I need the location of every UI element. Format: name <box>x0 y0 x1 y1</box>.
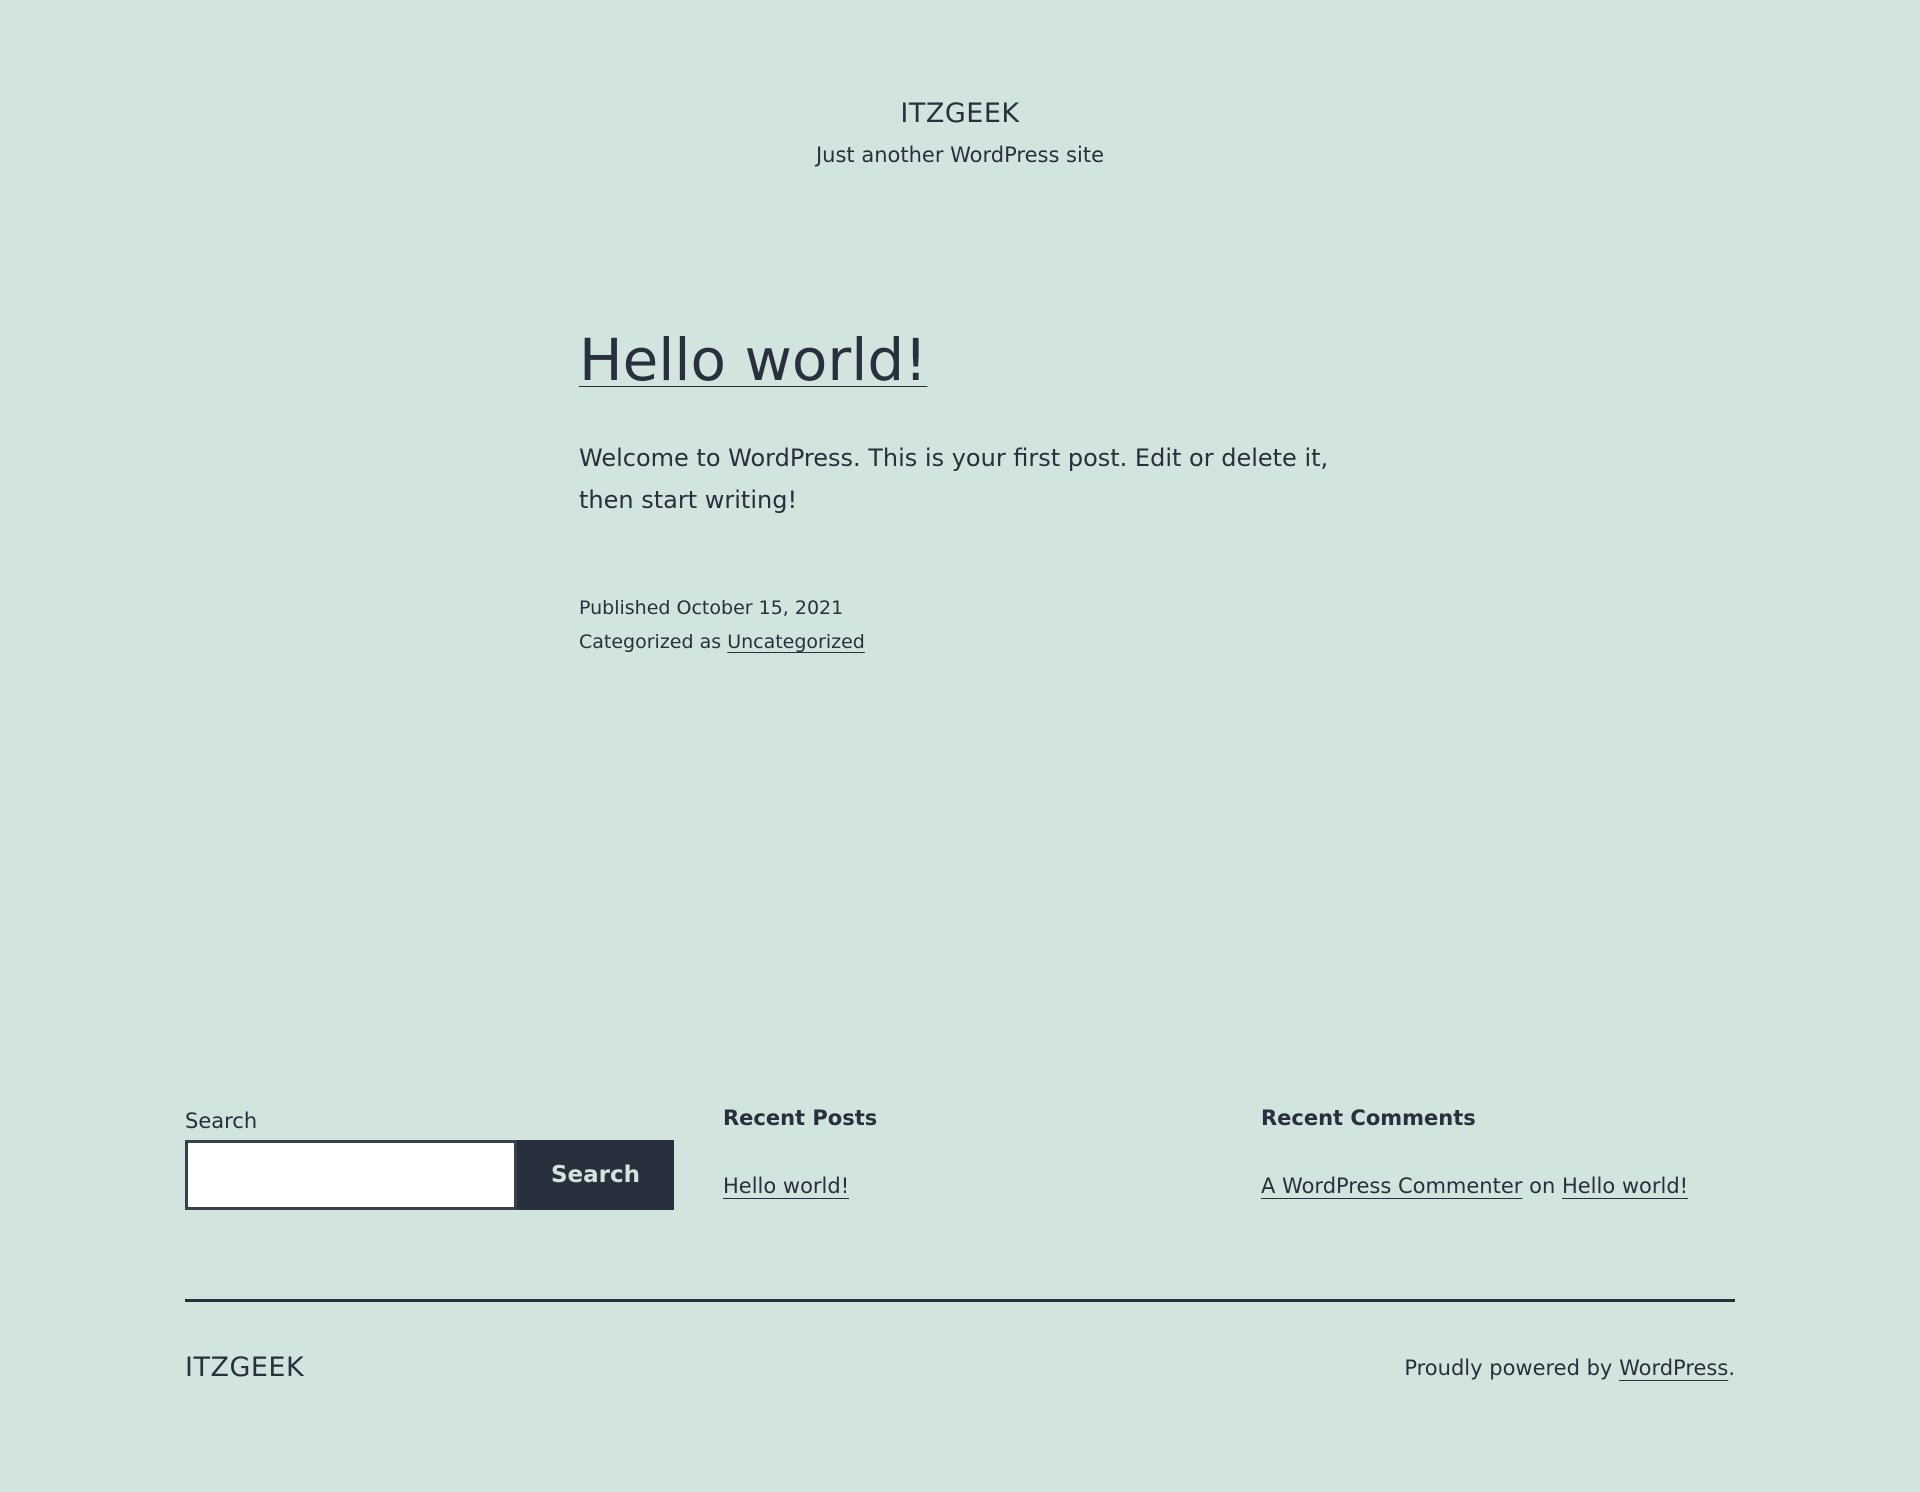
published-date: October 15, 2021 <box>676 597 844 619</box>
comment-post-link[interactable]: Hello world! <box>1562 1174 1688 1198</box>
list-item: A WordPress Commenter on Hello world! <box>1261 1171 1741 1201</box>
recent-comments-list: A WordPress Commenter on Hello world! <box>1261 1171 1741 1201</box>
comment-connector: on <box>1529 1174 1556 1198</box>
powered-by: Proudly powered by WordPress. <box>1404 1353 1735 1383</box>
list-item: Hello world! <box>723 1171 1163 1201</box>
recent-posts-list: Hello world! <box>723 1171 1163 1201</box>
search-form: Search <box>185 1140 674 1210</box>
footer-widgets: Search Search Recent Posts Hello world! … <box>185 1100 1735 1220</box>
site-footer: ITZGEEK Proudly powered by WordPress. <box>185 1350 1735 1390</box>
recent-comments-widget: Recent Comments A WordPress Commenter on… <box>1261 1100 1741 1201</box>
recent-posts-title: Recent Posts <box>723 1106 878 1130</box>
recent-comments-title: Recent Comments <box>1261 1106 1476 1130</box>
powered-prefix: Proudly powered by <box>1404 1356 1613 1380</box>
post-title-link[interactable]: Hello world! <box>579 326 927 394</box>
post-meta: Published October 15, 2021 Categorized a… <box>579 591 1341 659</box>
recent-post-link[interactable]: Hello world! <box>723 1174 849 1198</box>
post-article: Hello world! Welcome to WordPress. This … <box>579 325 1341 659</box>
comment-author-link[interactable]: A WordPress Commenter <box>1261 1174 1522 1198</box>
post-category: Categorized as Uncategorized <box>579 625 1341 659</box>
footer-site-title[interactable]: ITZGEEK <box>185 1350 304 1386</box>
site-header: ITZGEEK Just another WordPress site <box>0 96 1920 170</box>
post-content: Welcome to WordPress. This is your first… <box>579 444 1329 514</box>
search-label: Search <box>185 1109 258 1133</box>
post-published: Published October 15, 2021 <box>579 591 1341 625</box>
search-widget: Search Search <box>185 1100 674 1210</box>
search-input[interactable] <box>185 1140 517 1210</box>
footer-divider <box>185 1299 1735 1302</box>
post-title: Hello world! <box>579 325 1341 395</box>
recent-posts-widget: Recent Posts Hello world! <box>723 1100 1163 1201</box>
site-title[interactable]: ITZGEEK <box>0 96 1920 132</box>
published-label: Published <box>579 597 671 619</box>
category-link[interactable]: Uncategorized <box>727 631 865 653</box>
search-button[interactable]: Search <box>517 1140 674 1210</box>
categorized-label: Categorized as <box>579 631 722 653</box>
site-description: Just another WordPress site <box>815 143 1104 167</box>
wordpress-link[interactable]: WordPress <box>1619 1356 1728 1380</box>
powered-suffix: . <box>1728 1356 1735 1380</box>
